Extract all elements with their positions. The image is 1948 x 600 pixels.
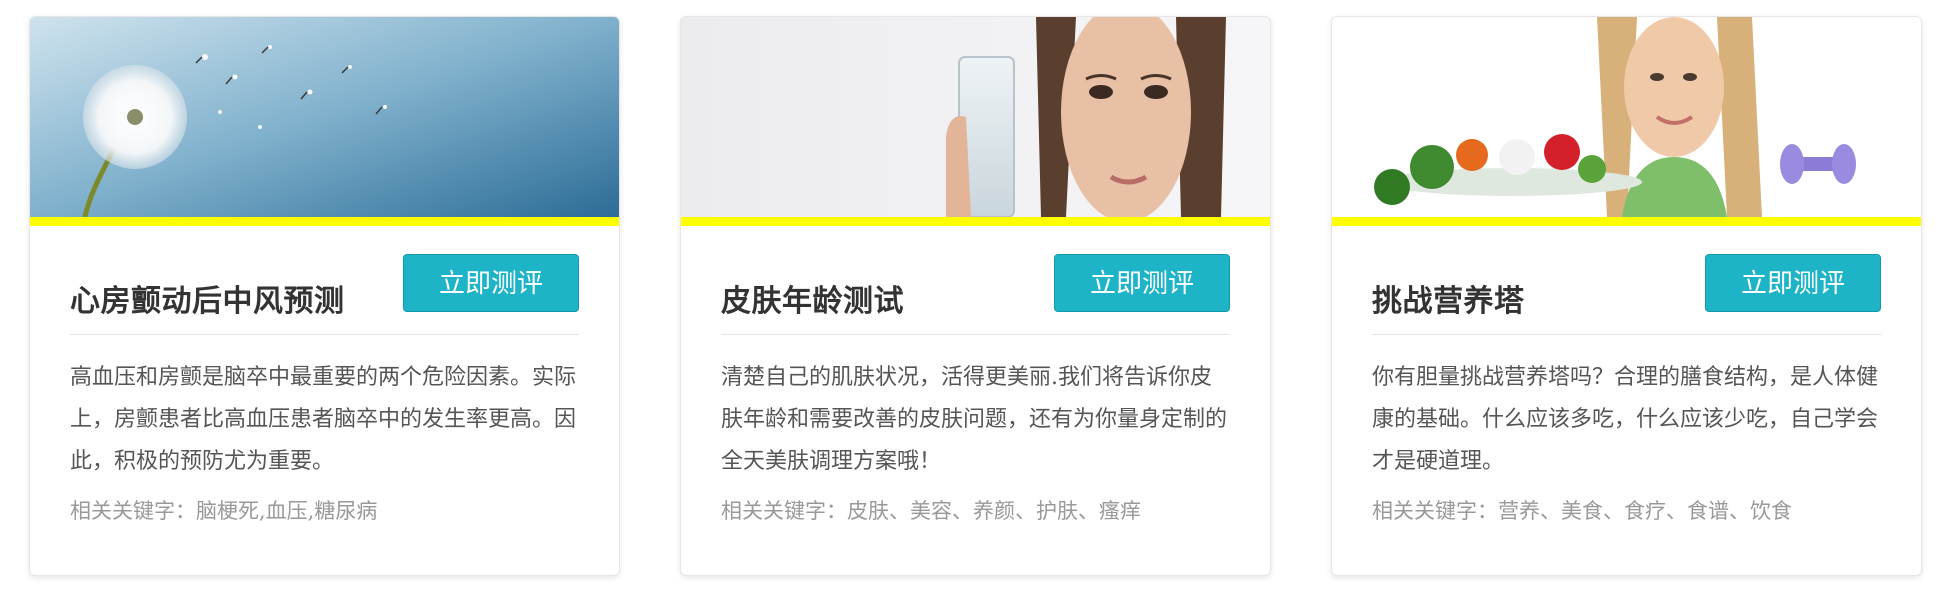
accent-bar: [30, 217, 619, 226]
evaluate-now-button[interactable]: 立即测评: [1054, 254, 1230, 312]
card-image-dandelion[interactable]: [30, 17, 619, 217]
card-header: 心房颤动后中风预测 立即测评: [70, 226, 579, 335]
card-title[interactable]: 皮肤年龄测试: [721, 276, 904, 320]
keywords-value[interactable]: 皮肤、美容、养颜、护肤、瘙痒: [847, 499, 1141, 523]
dandelion-image: [30, 17, 619, 217]
accent-bar: [681, 217, 1270, 226]
keywords-value[interactable]: 营养、美食、食疗、食谱、饮食: [1498, 499, 1792, 523]
accent-bar: [1332, 217, 1921, 226]
assessment-card-skin-age: 皮肤年龄测试 立即测评 清楚自己的肌肤状况，活得更美丽.我们将告诉你皮肤年龄和需…: [680, 16, 1271, 576]
keywords-value[interactable]: 脑梗死,血压,糖尿病: [196, 499, 377, 523]
card-image-woman-vegetables[interactable]: [1332, 17, 1921, 217]
assessment-card-stroke: 心房颤动后中风预测 立即测评 高血压和房颤是脑卒中最重要的两个危险因素。实际上，…: [29, 16, 620, 576]
card-description: 高血压和房颤是脑卒中最重要的两个危险因素。实际上，房颤患者比高血压患者脑卒中的发…: [70, 365, 577, 474]
card-header: 挑战营养塔 立即测评: [1372, 226, 1881, 335]
woman-vegetables-image: [1332, 17, 1921, 217]
card-title[interactable]: 心房颤动后中风预测: [70, 276, 345, 320]
card-keywords: 相关关键字：脑梗死,血压,糖尿病: [70, 495, 579, 525]
assessment-card-nutrition: 挑战营养塔 立即测评 你有胆量挑战营养塔吗？合理的膳食结构，是人体健康的基础。什…: [1331, 16, 1922, 576]
card-description: 清楚自己的肌肤状况，活得更美丽.我们将告诉你皮肤年龄和需要改善的皮肤问题，还有为…: [721, 365, 1228, 474]
keywords-label: 相关关键字：: [1372, 499, 1498, 523]
keywords-label: 相关关键字：: [721, 499, 847, 523]
woman-glass-image: [681, 17, 1270, 217]
card-description: 你有胆量挑战营养塔吗？合理的膳食结构，是人体健康的基础。什么应该多吃，什么应该少…: [1372, 365, 1879, 474]
evaluate-now-button[interactable]: 立即测评: [403, 254, 579, 312]
card-title[interactable]: 挑战营养塔: [1372, 276, 1525, 320]
evaluate-now-button[interactable]: 立即测评: [1705, 254, 1881, 312]
card-keywords: 相关关键字：皮肤、美容、养颜、护肤、瘙痒: [721, 495, 1230, 525]
assessment-card-list: 心房颤动后中风预测 立即测评 高血压和房颤是脑卒中最重要的两个危险因素。实际上，…: [0, 0, 1948, 600]
keywords-label: 相关关键字：: [70, 499, 196, 523]
card-image-woman-glass[interactable]: [681, 17, 1270, 217]
card-header: 皮肤年龄测试 立即测评: [721, 226, 1230, 335]
card-keywords: 相关关键字：营养、美食、食疗、食谱、饮食: [1372, 495, 1881, 525]
